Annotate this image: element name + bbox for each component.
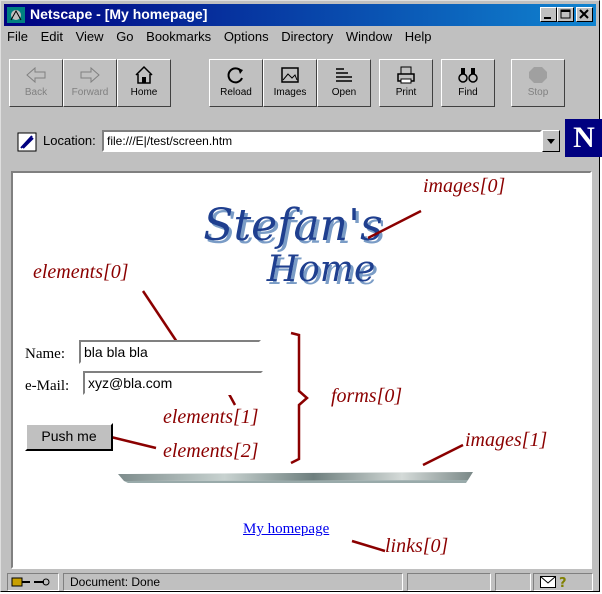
back-label: Back bbox=[24, 87, 48, 98]
push-me-button[interactable]: Push me bbox=[25, 423, 113, 451]
back-arrow-icon bbox=[26, 66, 46, 84]
open-label: Open bbox=[331, 87, 357, 98]
menu-options[interactable]: Options bbox=[224, 29, 269, 44]
menu-edit[interactable]: Edit bbox=[41, 29, 63, 44]
menu-bar: File Edit View Go Bookmarks Options Dire… bbox=[7, 29, 441, 49]
location-dropdown-button[interactable] bbox=[542, 130, 560, 152]
images-label: Images bbox=[273, 87, 307, 98]
annotation-forms-0: forms[0] bbox=[331, 385, 403, 407]
open-icon bbox=[336, 68, 352, 82]
find-button[interactable]: Find bbox=[441, 59, 495, 107]
print-label: Print bbox=[395, 87, 417, 98]
annotation-images-0: images[0] bbox=[423, 175, 506, 197]
images-icon bbox=[281, 67, 299, 83]
menu-go[interactable]: Go bbox=[116, 29, 133, 44]
forward-label: Forward bbox=[71, 87, 109, 98]
minimize-icon bbox=[544, 17, 551, 19]
netscape-logo[interactable]: N bbox=[565, 119, 602, 157]
menu-help[interactable]: Help bbox=[405, 29, 432, 44]
back-button[interactable]: Back bbox=[9, 59, 63, 107]
images-button[interactable]: Images bbox=[263, 59, 317, 107]
open-button[interactable]: Open bbox=[317, 59, 371, 107]
email-input[interactable]: xyz@bla.com bbox=[83, 371, 263, 395]
maximize-icon bbox=[560, 9, 571, 19]
forward-button[interactable]: Forward bbox=[63, 59, 117, 107]
home-icon bbox=[135, 65, 153, 84]
close-icon bbox=[579, 9, 589, 19]
menu-view[interactable]: View bbox=[76, 29, 104, 44]
annotation-elements-2: elements[2] bbox=[163, 440, 259, 462]
netscape-app-icon bbox=[7, 7, 25, 23]
page-content: Stefan's Stefan's Home Home images[0] el… bbox=[11, 171, 592, 569]
help-question-icon[interactable]: ? bbox=[558, 575, 570, 589]
chevron-down-icon bbox=[547, 139, 555, 144]
broken-key-icon bbox=[11, 577, 50, 587]
menu-window[interactable]: Window bbox=[346, 29, 392, 44]
netscape-window: Netscape - [My homepage] File Edit View … bbox=[0, 0, 602, 592]
annotation-elements-1: elements[1] bbox=[163, 406, 259, 428]
find-label: Find bbox=[458, 87, 478, 98]
status-text: Document: Done bbox=[63, 573, 403, 591]
security-indicator[interactable] bbox=[7, 573, 59, 591]
my-homepage-link[interactable]: My homepage bbox=[243, 521, 329, 538]
location-input[interactable]: file:///E|/test/screen.htm bbox=[102, 130, 542, 152]
reload-label: Reload bbox=[220, 87, 252, 98]
svg-text:?: ? bbox=[559, 576, 567, 589]
email-label: e-Mail: bbox=[25, 378, 70, 394]
location-bar: Location: file:///E|/test/screen.htm N bbox=[11, 119, 602, 157]
name-input[interactable]: bla bla bla bbox=[79, 340, 261, 364]
annotation-lines bbox=[110, 209, 464, 553]
print-button[interactable]: Print bbox=[379, 59, 433, 107]
bookmark-quill-icon[interactable] bbox=[17, 132, 37, 152]
status-blank-panel bbox=[495, 573, 531, 591]
forward-arrow-icon bbox=[80, 66, 100, 84]
progress-panel bbox=[407, 573, 491, 591]
name-label: Name: bbox=[25, 346, 65, 362]
stop-label: Stop bbox=[527, 87, 549, 98]
mail-envelope-icon[interactable] bbox=[540, 576, 556, 588]
annotation-links-0: links[0] bbox=[385, 535, 449, 557]
location-label: Location: bbox=[43, 133, 96, 148]
binoculars-icon bbox=[458, 68, 478, 83]
mail-panel[interactable]: ? bbox=[533, 573, 593, 591]
minimize-button[interactable] bbox=[540, 7, 557, 22]
toolbar: Back Forward Home Reload Images Open Pri… bbox=[9, 59, 591, 109]
stop-button[interactable]: Stop bbox=[511, 59, 565, 107]
printer-icon bbox=[397, 66, 415, 84]
status-bar: Document: Done ? bbox=[7, 573, 595, 591]
menu-directory[interactable]: Directory bbox=[281, 29, 333, 44]
maximize-button[interactable] bbox=[557, 7, 574, 22]
annotation-images-1: images[1] bbox=[465, 429, 548, 451]
close-button[interactable] bbox=[576, 7, 593, 22]
title-bar[interactable]: Netscape - [My homepage] bbox=[4, 4, 596, 26]
menu-bookmarks[interactable]: Bookmarks bbox=[146, 29, 211, 44]
stop-icon bbox=[529, 67, 547, 83]
reload-button[interactable]: Reload bbox=[209, 59, 263, 107]
annotation-elements-0: elements[0] bbox=[33, 261, 129, 283]
home-label: Home bbox=[130, 87, 158, 98]
window-title: Netscape - [My homepage] bbox=[30, 6, 208, 22]
reload-icon bbox=[227, 67, 243, 84]
marble-divider-image bbox=[118, 472, 473, 483]
home-button[interactable]: Home bbox=[117, 59, 171, 107]
menu-file[interactable]: File bbox=[7, 29, 28, 44]
